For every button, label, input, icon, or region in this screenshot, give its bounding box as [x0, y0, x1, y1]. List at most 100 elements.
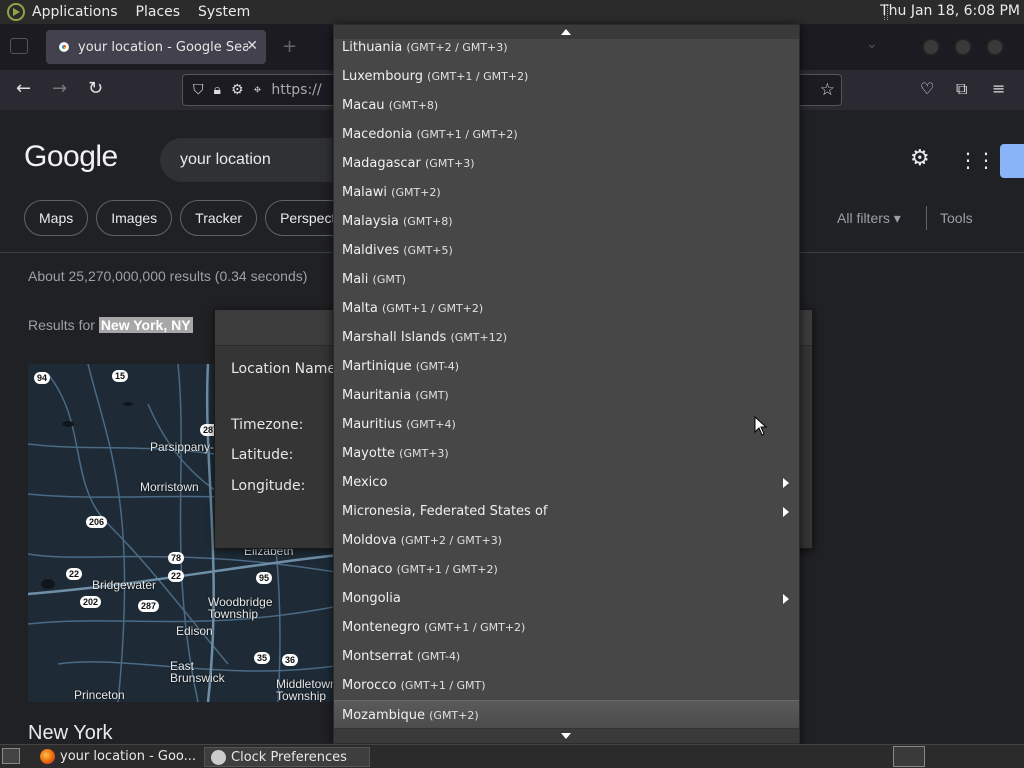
forward-arrow-icon[interactable]: →: [52, 78, 67, 99]
submenu-arrow-icon: [783, 594, 789, 604]
location-pin-icon[interactable]: ⌖: [254, 82, 262, 98]
timezone-menu-item[interactable]: Mauritania (GMT): [334, 381, 799, 410]
taskbar-item-firefox[interactable]: your location - Goo...: [34, 747, 200, 767]
results-for-place[interactable]: New York, NY: [98, 317, 193, 333]
map-label: Morristown: [140, 480, 199, 494]
timezone-menu-item[interactable]: Mongolia: [334, 584, 799, 613]
country-name: Macedonia: [342, 127, 413, 142]
timezone-menu-item[interactable]: Micronesia, Federated States of: [334, 497, 799, 526]
results-for: Results for New York, NY: [28, 317, 193, 333]
country-name: Moldova: [342, 533, 397, 548]
results-stats: About 25,270,000,000 results (0.34 secon…: [28, 268, 308, 284]
trash-icon[interactable]: [893, 746, 925, 767]
bookmark-star-icon[interactable]: ☆: [820, 80, 835, 100]
country-name: Mayotte: [342, 446, 396, 461]
menu-places[interactable]: Places: [136, 4, 181, 20]
scroll-up-icon: [561, 29, 571, 35]
lock-icon[interactable]: 🔒︎: [214, 82, 221, 98]
timezone-offset: (GMT+12): [450, 331, 507, 344]
sidebar-toggle-icon[interactable]: [10, 38, 28, 54]
timezone-menu-item[interactable]: Macau (GMT+8): [334, 91, 799, 120]
browser-tab[interactable]: your location - Google Search ✕: [46, 30, 266, 64]
timezone-menu-item[interactable]: Montserrat (GMT-4): [334, 642, 799, 671]
taskbar-item-clock-preferences[interactable]: Clock Preferences: [204, 747, 370, 767]
show-desktop-icon[interactable]: [2, 748, 20, 764]
timezone-offset: (GMT+1 / GMT+2): [424, 621, 526, 634]
timezone-menu-item[interactable]: Mozambique (GMT+2): [334, 700, 799, 729]
close-window-button[interactable]: [986, 38, 1004, 56]
timezone-menu-item[interactable]: Marshall Islands (GMT+12): [334, 323, 799, 352]
location-name-label: Location Name:: [231, 361, 341, 377]
timezone-menu-item[interactable]: Madagascar (GMT+3): [334, 149, 799, 178]
permissions-icon[interactable]: ⚙︎: [231, 82, 244, 98]
timezone-offset: (GMT): [415, 389, 449, 402]
new-tab-button[interactable]: +: [282, 36, 297, 57]
timezone-menu-item[interactable]: Moldova (GMT+2 / GMT+3): [334, 526, 799, 555]
shield-icon[interactable]: ⛉: [193, 82, 204, 98]
route-shield-icon: 22: [168, 570, 185, 582]
google-logo[interactable]: Google: [24, 140, 118, 174]
maximize-button[interactable]: [954, 38, 972, 56]
timezone-menu-item[interactable]: Monaco (GMT+1 / GMT+2): [334, 555, 799, 584]
country-name: Montenegro: [342, 620, 421, 635]
timezone-menu-item[interactable]: Mayotte (GMT+3): [334, 439, 799, 468]
menu-applications[interactable]: Applications: [32, 4, 118, 20]
route-shield-icon: 35: [254, 652, 271, 664]
timezone-menu-item[interactable]: Malta (GMT+1 / GMT+2): [334, 294, 799, 323]
taskbar-item-label: your location - Goo...: [60, 749, 197, 764]
chip-maps[interactable]: Maps: [24, 200, 89, 236]
timezone-menu-item[interactable]: Mexico: [334, 468, 799, 497]
latitude-label: Latitude:: [231, 447, 294, 463]
timezone-menu-item[interactable]: Morocco (GMT+1 / GMT): [334, 671, 799, 700]
menu-system[interactable]: System: [198, 4, 250, 20]
country-name: Marshall Islands: [342, 330, 447, 345]
timezone-offset: (GMT+1 / GMT+2): [382, 302, 484, 315]
country-name: Luxembourg: [342, 69, 424, 84]
divider: [926, 206, 927, 230]
settings-gear-icon[interactable]: ⚙: [910, 146, 930, 171]
country-name: Monaco: [342, 562, 393, 577]
minimize-button[interactable]: [922, 38, 940, 56]
app-menu-icon[interactable]: ≡: [992, 79, 1005, 98]
bottom-taskbar: your location - Goo... Clock Preferences: [0, 744, 1024, 768]
timezone-menu-item[interactable]: Martinique (GMT-4): [334, 352, 799, 381]
timezone-menu-item[interactable]: Montenegro (GMT+1 / GMT+2): [334, 613, 799, 642]
chip-tracker[interactable]: Tracker: [180, 200, 258, 236]
longitude-label: Longitude:: [231, 478, 306, 494]
timezone-menu-item[interactable]: Macedonia (GMT+1 / GMT+2): [334, 120, 799, 149]
scroll-up-arrow[interactable]: [334, 25, 799, 39]
google-favicon-icon: [56, 39, 72, 55]
all-filters-button[interactable]: All filters ▾: [837, 210, 901, 227]
timezone-offset: (GMT+3): [425, 157, 475, 170]
back-arrow-icon[interactable]: ←: [16, 78, 31, 99]
tools-button[interactable]: Tools: [940, 210, 973, 226]
timezone-offset: (GMT+8): [402, 215, 453, 228]
scroll-down-arrow[interactable]: [334, 729, 799, 743]
chip-images[interactable]: Images: [96, 200, 173, 236]
map-label: Edison: [176, 624, 213, 638]
tab-list-icon[interactable]: ⌄: [866, 36, 878, 52]
timezone-offset: (GMT+2 / GMT+3): [406, 41, 508, 54]
country-name: Malaysia: [342, 214, 399, 229]
timezone-menu-item[interactable]: Maldives (GMT+5): [334, 236, 799, 265]
timezone-menu-item[interactable]: Malawi (GMT+2): [334, 178, 799, 207]
route-shield-icon: 95: [256, 572, 273, 584]
timezone-offset: (GMT+4): [406, 418, 456, 431]
country-name: Malawi: [342, 185, 388, 200]
tab-title: your location - Google Search: [78, 39, 248, 55]
timezone-menu-item[interactable]: Mali (GMT): [334, 265, 799, 294]
timezone-offset: (GMT-4): [415, 360, 459, 373]
country-name: Mauritania: [342, 388, 412, 403]
sign-in-button[interactable]: [1000, 144, 1024, 178]
tab-close-icon[interactable]: ✕: [246, 38, 258, 54]
distro-logo-icon[interactable]: [6, 2, 26, 22]
timezone-menu-item[interactable]: Mauritius (GMT+4): [334, 410, 799, 439]
timezone-menu-item[interactable]: Luxembourg (GMT+1 / GMT+2): [334, 62, 799, 91]
reload-icon[interactable]: ↻: [88, 78, 103, 99]
timezone-menu-item[interactable]: Malaysia (GMT+8): [334, 207, 799, 236]
extensions-icon[interactable]: ⧉: [956, 79, 967, 99]
timezone-offset: (GMT+1 / GMT+2): [427, 70, 529, 83]
pocket-icon[interactable]: ♡: [920, 79, 934, 98]
panel-clock[interactable]: Thu Jan 18, 6:08 PM: [880, 3, 1020, 19]
timezone-offset: (GMT+2): [391, 186, 441, 199]
